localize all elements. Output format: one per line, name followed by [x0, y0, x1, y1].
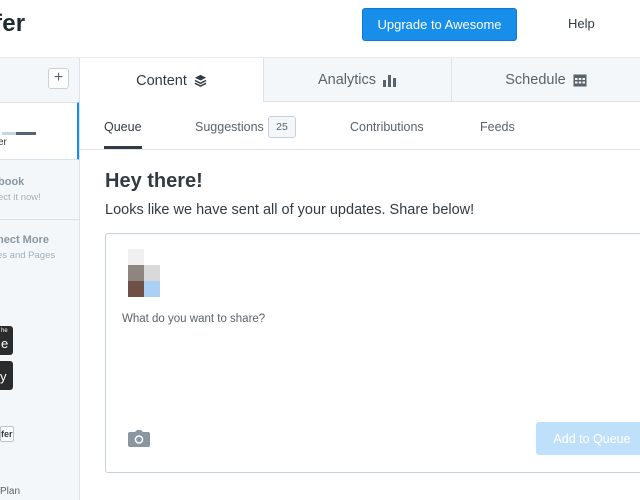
- top-header: fer Upgrade to Awesome Help: [0, 0, 640, 58]
- upgrade-button[interactable]: Upgrade to Awesome: [362, 8, 517, 41]
- profile-placeholder-bar: [2, 132, 16, 135]
- app-store-badge-top-text: he: [1, 328, 8, 334]
- help-link[interactable]: Help: [568, 16, 595, 31]
- subtab-feeds[interactable]: Feeds: [480, 120, 515, 134]
- profiles-sidebar: + er book ect it now! nect More es and P…: [0, 58, 80, 500]
- add-profile-button[interactable]: +: [48, 68, 69, 89]
- composer-placeholder[interactable]: What do you want to share?: [122, 313, 265, 325]
- profile-placeholder-bar-dark: [16, 132, 36, 135]
- google-play-badge[interactable]: y: [0, 361, 13, 390]
- connect-facebook-subtitle: ect it now!: [0, 192, 41, 203]
- active-subtab-underline: [104, 146, 142, 149]
- avatar: [128, 249, 160, 297]
- selected-profile-card[interactable]: er: [0, 102, 79, 160]
- tab-content[interactable]: Content: [80, 58, 264, 103]
- page-subheading: Looks like we have sent all of your upda…: [105, 202, 475, 218]
- app-store-badge-text: e: [1, 336, 9, 351]
- sub-tabs: Queue Suggestions 25 Contributions Feeds: [80, 102, 640, 150]
- subtab-queue[interactable]: Queue: [104, 120, 142, 134]
- app-store-badge[interactable]: he e: [0, 326, 13, 355]
- suggestions-count-badge: 25: [268, 116, 296, 138]
- subtab-contributions[interactable]: Contributions: [350, 120, 424, 134]
- calendar-icon: [573, 74, 587, 87]
- connect-more-title: nect More: [0, 234, 49, 246]
- tab-analytics-label: Analytics: [317, 72, 377, 88]
- page-heading: Hey there!: [105, 170, 203, 192]
- buffer-logo[interactable]: fer: [0, 10, 25, 38]
- bar-chart-icon: [383, 74, 397, 87]
- layers-icon: [194, 74, 207, 87]
- camera-icon[interactable]: [128, 430, 150, 447]
- tab-schedule-label: Schedule: [505, 72, 566, 88]
- connect-facebook-title: book: [0, 176, 25, 188]
- sidebar-divider: [0, 219, 79, 220]
- plan-label[interactable]: Plan: [0, 486, 20, 497]
- buffer-mini-badge[interactable]: fer: [0, 426, 14, 442]
- connect-facebook-item[interactable]: book ect it now!: [0, 176, 78, 203]
- update-composer[interactable]: What do you want to share? Add to Queue: [105, 233, 640, 473]
- profile-name: er: [0, 137, 7, 148]
- tab-content-label: Content: [136, 72, 187, 89]
- tab-schedule[interactable]: Schedule: [452, 58, 640, 102]
- add-to-queue-button[interactable]: Add to Queue: [536, 422, 640, 455]
- connect-more-item[interactable]: nect More es and Pages: [0, 234, 77, 261]
- connect-more-subtitle: es and Pages: [0, 250, 56, 261]
- google-play-badge-text: y: [0, 369, 7, 384]
- subtab-suggestions[interactable]: Suggestions: [195, 120, 264, 134]
- main-tabs: Content Analytics Schedule: [80, 58, 640, 103]
- tab-analytics[interactable]: Analytics: [264, 58, 452, 102]
